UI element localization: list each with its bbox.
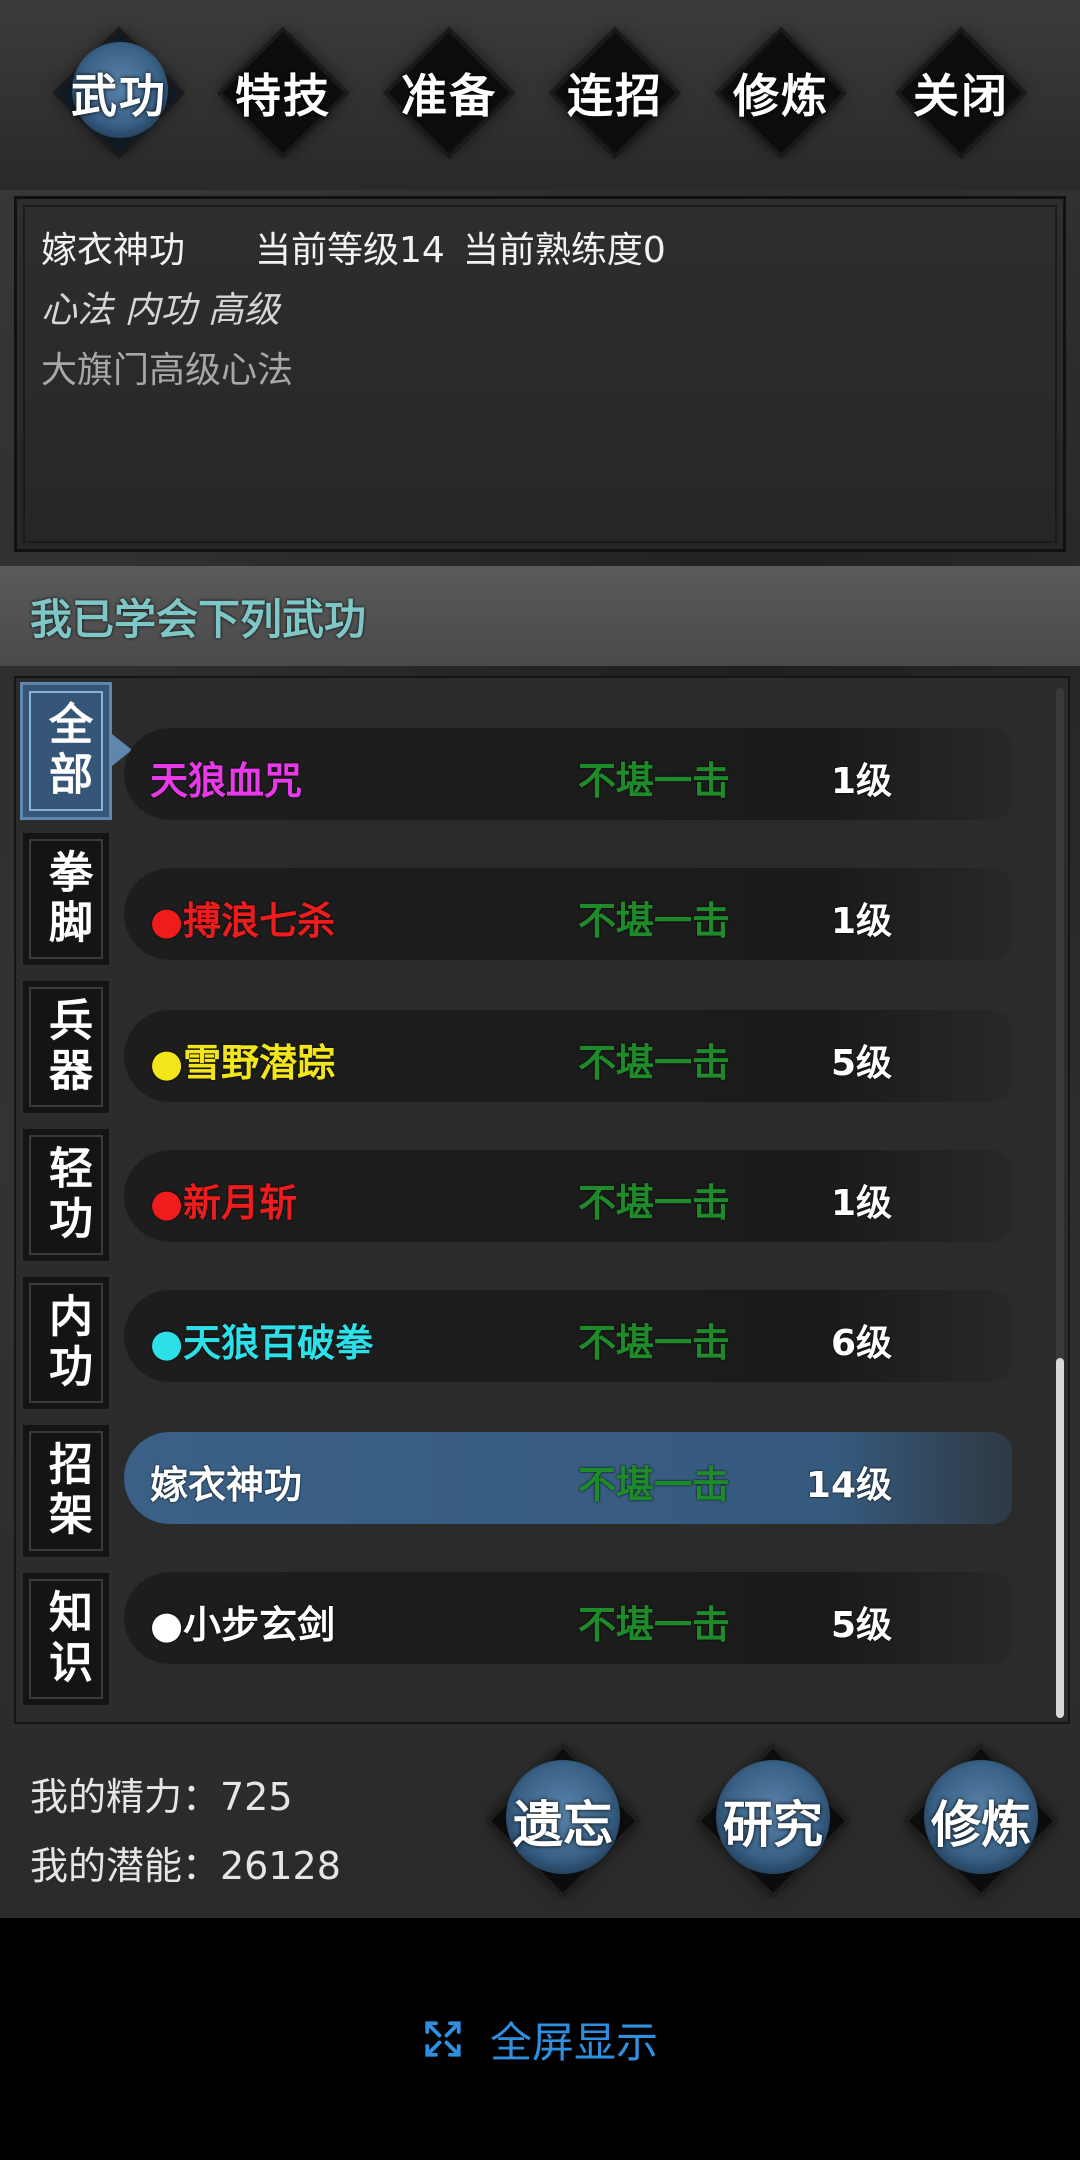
skill-row[interactable]: ●搏浪七杀 不堪一击 1级 xyxy=(124,868,1012,960)
skill-rank: 不堪一击 xyxy=(578,1462,731,1507)
tab-prepare[interactable]: 准备 xyxy=(384,28,514,158)
learned-skills-header: 我已学会下列武功 xyxy=(0,566,1080,666)
category-tab-knowledge[interactable]: 知识 xyxy=(20,1570,112,1708)
skill-detail-type: 心法 内功 高级 xyxy=(41,290,280,331)
skill-rank: 不堪一击 xyxy=(578,898,731,943)
tab-label: 连招 xyxy=(567,69,663,123)
skill-detail-description: 大旗门高级心法 xyxy=(41,350,294,391)
energy-text: 我的精力：725 xyxy=(30,1775,293,1819)
skill-rank: 不堪一击 xyxy=(578,1040,731,1085)
skill-rank: 不堪一击 xyxy=(578,1602,731,1647)
research-button[interactable]: 研究 xyxy=(688,1736,858,1906)
skill-detail-name: 嫁衣神功 xyxy=(41,230,186,271)
skill-list-area: 全部 拳脚 兵器 轻功 内功 招架 知识 天狼血咒 不堪一击 1级 ●搏浪七杀 … xyxy=(14,676,1070,1724)
category-tab-all[interactable]: 全部 xyxy=(20,682,112,820)
expand-icon xyxy=(425,2021,461,2057)
tab-label: 修炼 xyxy=(733,69,829,123)
category-tab-weapon[interactable]: 兵器 xyxy=(20,978,112,1116)
game-screen: 武功 特技 准备 连招 修炼 关闭 嫁衣神功 当前等级14 当前熟练度0 心法 内功… xyxy=(0,0,1080,1918)
category-tab-inner[interactable]: 内功 xyxy=(20,1274,112,1412)
category-label: 拳脚 xyxy=(41,849,92,949)
skill-name: ●雪野潜踪 xyxy=(150,1040,336,1085)
skill-row[interactable]: ●小步玄剑 不堪一击 5级 xyxy=(124,1572,1012,1664)
tab-cultivate[interactable]: 修炼 xyxy=(716,28,846,158)
fullscreen-bar: 全屏显示 xyxy=(0,1918,1080,2160)
skill-level: 1级 xyxy=(830,761,892,802)
skill-level: 14级 xyxy=(805,1465,892,1506)
button-label: 研究 xyxy=(723,1795,823,1854)
tab-label: 特技 xyxy=(235,69,331,123)
skill-row[interactable]: ●天狼百破拳 不堪一击 6级 xyxy=(124,1290,1012,1382)
skill-detail-panel: 嫁衣神功 当前等级14 当前熟练度0 心法 内功 高级 大旗门高级心法 xyxy=(14,196,1066,552)
skill-name: ●小步玄剑 xyxy=(150,1602,336,1647)
skill-name: 天狼血咒 xyxy=(150,758,303,803)
skill-level: 6级 xyxy=(830,1323,892,1364)
tab-label: 准备 xyxy=(401,69,497,123)
skill-name: ●搏浪七杀 xyxy=(150,898,336,943)
tab-martial-arts[interactable]: 武功 xyxy=(54,28,184,158)
category-label: 内功 xyxy=(41,1293,92,1393)
tab-combo[interactable]: 连招 xyxy=(550,28,680,158)
tab-label: 关闭 xyxy=(913,69,1009,123)
fullscreen-label: 全屏显示 xyxy=(489,2017,658,2067)
skill-name: ●天狼百破拳 xyxy=(150,1320,374,1365)
fullscreen-button[interactable]: 全屏显示 xyxy=(422,2009,658,2070)
category-label: 兵器 xyxy=(41,997,92,1097)
tab-special-skills[interactable]: 特技 xyxy=(218,28,348,158)
category-label: 轻功 xyxy=(41,1145,92,1245)
skill-row[interactable]: ●雪野潜踪 不堪一击 5级 xyxy=(124,1010,1012,1102)
potential-text: 我的潜能：26128 xyxy=(30,1844,341,1888)
skill-detail-proficiency: 当前熟练度0 xyxy=(462,230,666,271)
scrollbar-thumb[interactable] xyxy=(1056,1358,1064,1718)
category-label: 招架 xyxy=(41,1441,92,1541)
category-label: 全部 xyxy=(41,701,92,801)
skill-level: 5级 xyxy=(830,1043,892,1084)
train-button[interactable]: 修炼 xyxy=(896,1736,1066,1906)
skill-name: ●新月斩 xyxy=(150,1180,298,1225)
category-tab-parry[interactable]: 招架 xyxy=(20,1422,112,1560)
skill-row[interactable]: 天狼血咒 不堪一击 1级 xyxy=(124,728,1012,820)
section-title: 我已学会下列武功 xyxy=(30,595,367,644)
skill-detail-header: 嫁衣神功 当前等级14 当前熟练度0 xyxy=(41,221,666,273)
category-tab-fist[interactable]: 拳脚 xyxy=(20,830,112,968)
skill-name: 嫁衣神功 xyxy=(150,1462,303,1507)
skill-level: 1级 xyxy=(830,901,892,942)
button-label: 遗忘 xyxy=(513,1795,613,1854)
category-tab-lightness[interactable]: 轻功 xyxy=(20,1126,112,1264)
player-stats: 我的精力：725 我的潜能：26128 xyxy=(30,1766,341,1904)
forget-button[interactable]: 遗忘 xyxy=(478,1736,648,1906)
skill-row[interactable]: ●新月斩 不堪一击 1级 xyxy=(124,1150,1012,1242)
skill-row-selected[interactable]: 嫁衣神功 不堪一击 14级 xyxy=(124,1432,1012,1524)
skill-rank: 不堪一击 xyxy=(578,758,731,803)
skill-detail-level: 当前等级14 xyxy=(255,230,445,271)
skill-rank: 不堪一击 xyxy=(578,1320,731,1365)
close-button[interactable]: 关闭 xyxy=(896,28,1026,158)
button-label: 修炼 xyxy=(931,1795,1031,1854)
skill-level: 1级 xyxy=(830,1183,892,1224)
skill-rank: 不堪一击 xyxy=(578,1180,731,1225)
top-nav: 武功 特技 准备 连招 修炼 关闭 xyxy=(0,0,1080,190)
tab-label: 武功 xyxy=(71,69,167,123)
skill-level: 5级 xyxy=(830,1605,892,1646)
category-label: 知识 xyxy=(41,1589,92,1689)
